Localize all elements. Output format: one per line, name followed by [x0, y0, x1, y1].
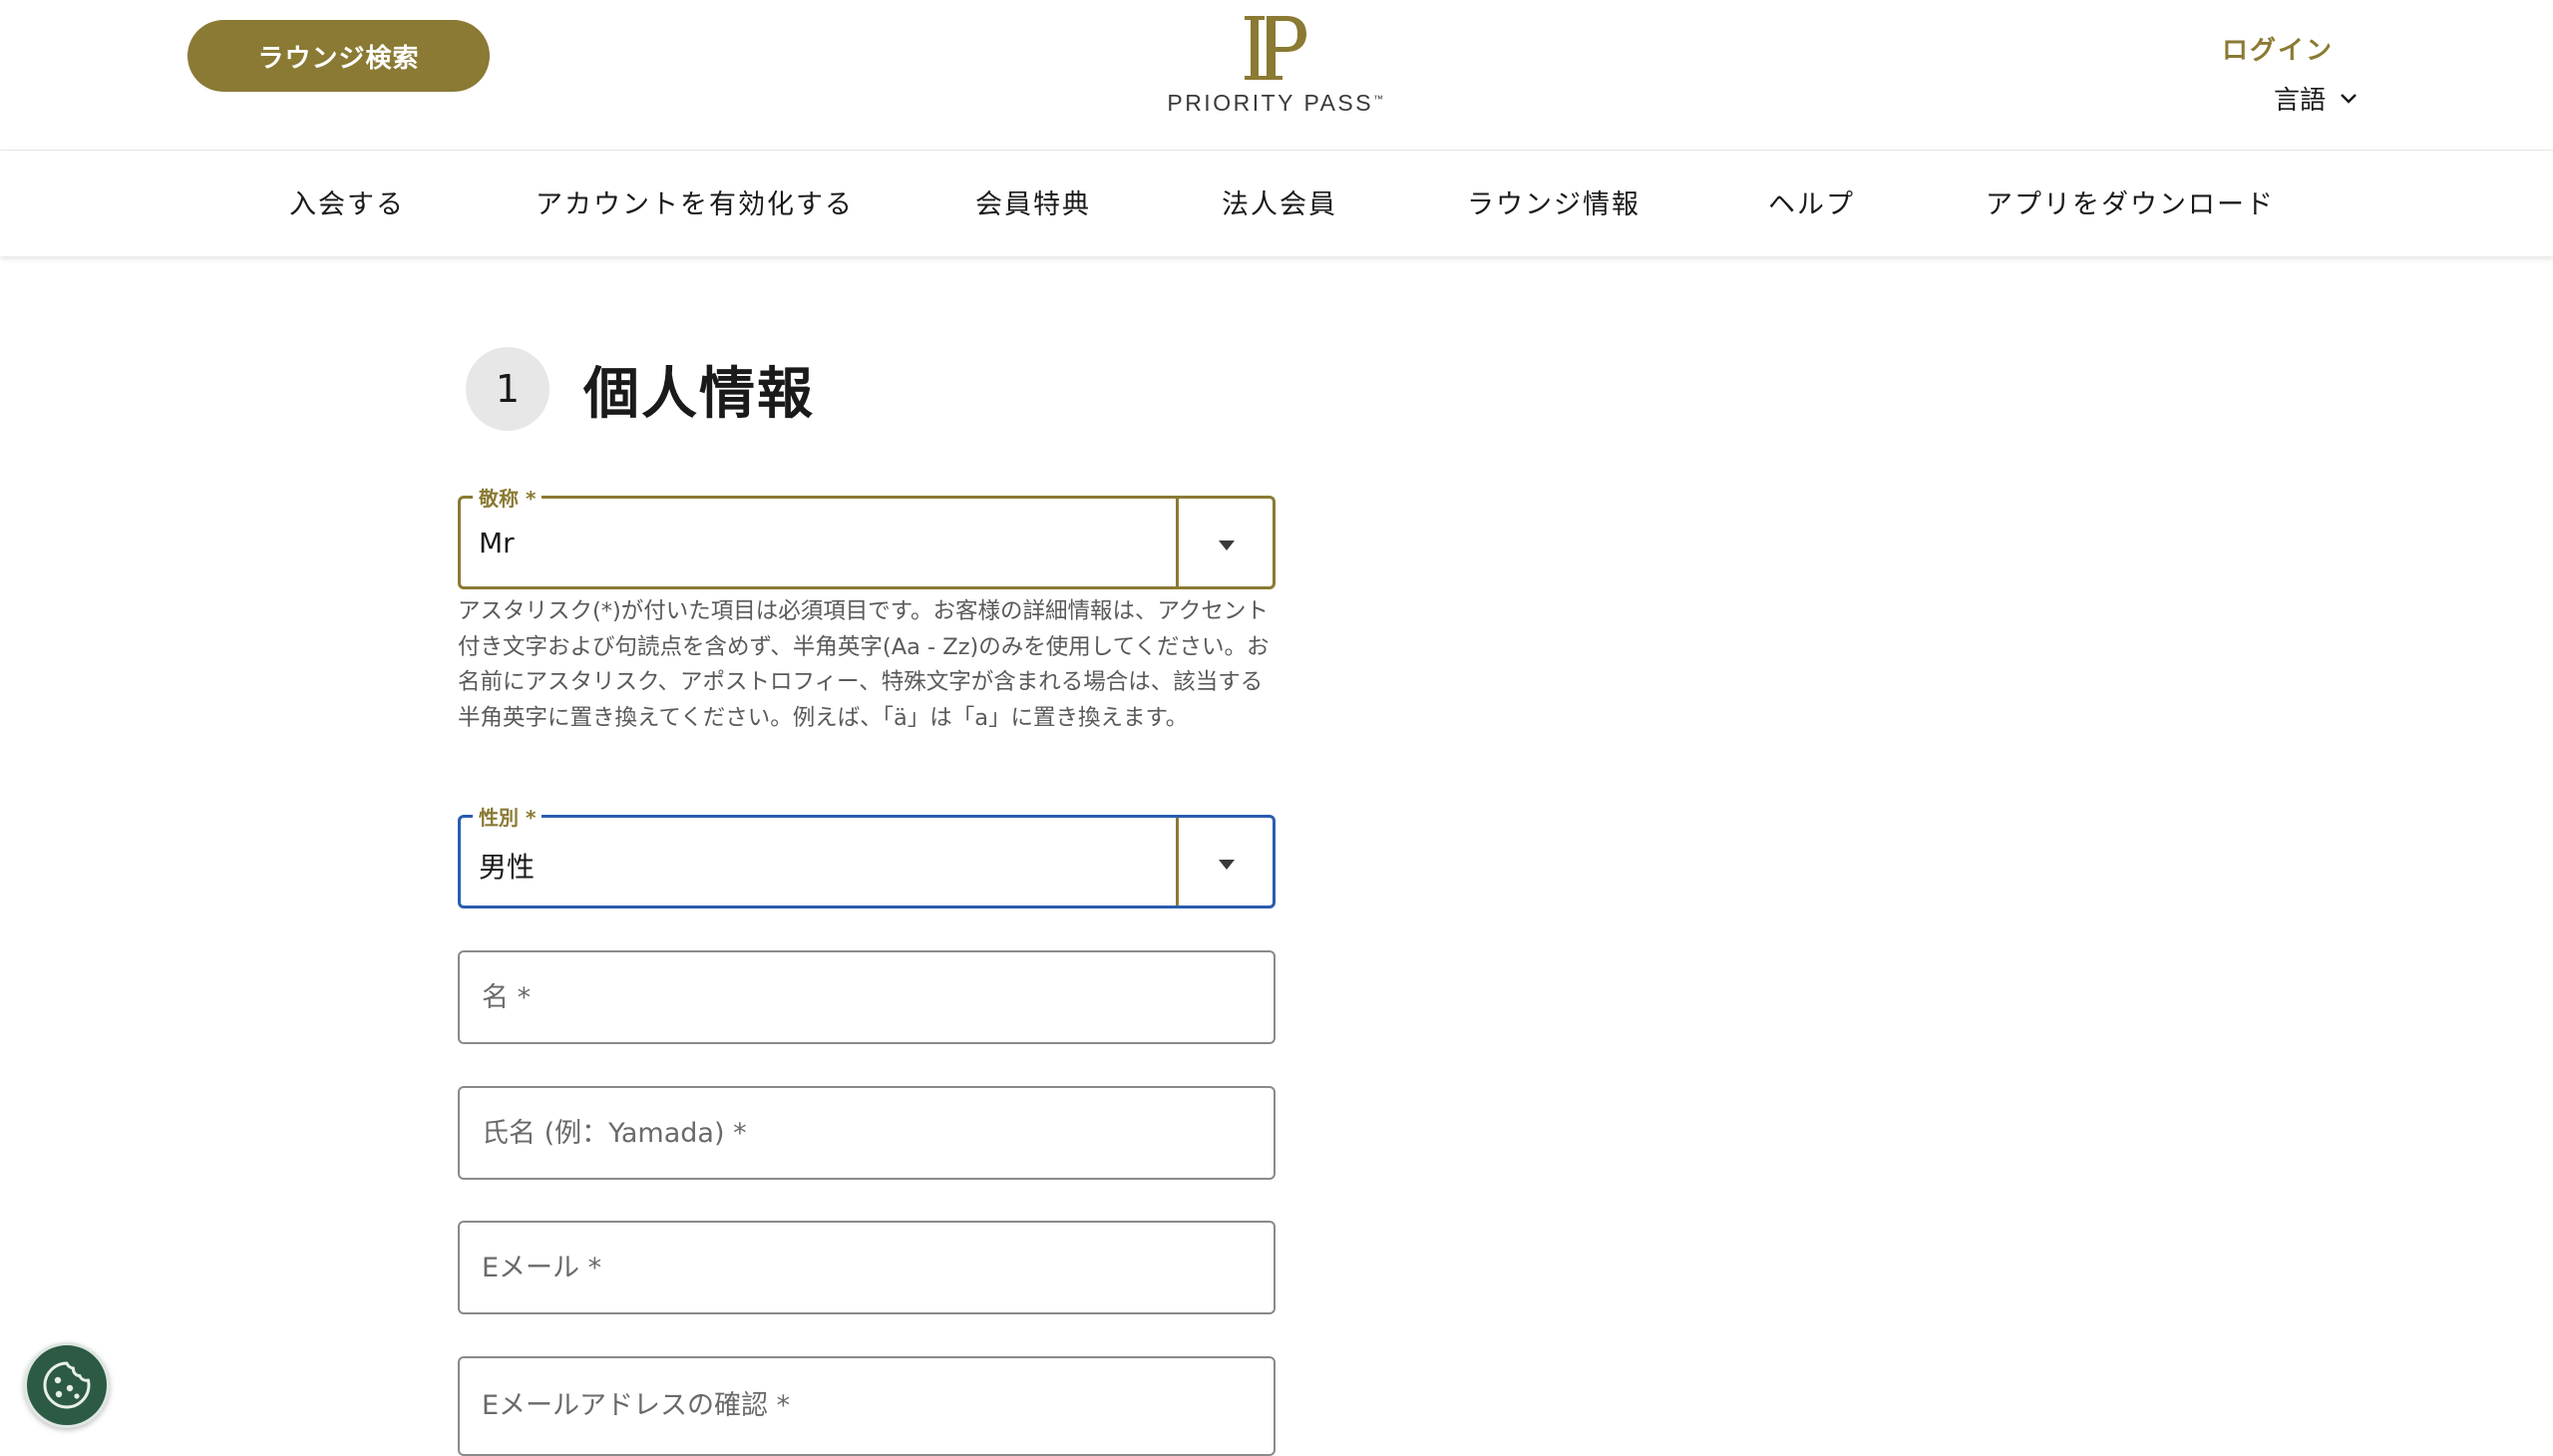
- language-selector[interactable]: 言語: [2274, 80, 2358, 117]
- first-name-input[interactable]: [460, 952, 1274, 1042]
- last-name-input[interactable]: [460, 1088, 1274, 1178]
- nav-item-join[interactable]: 入会する: [289, 182, 405, 221]
- main-navigation: 入会する アカウントを有効化する 会員特典 法人会員 ラウンジ情報 ヘルプ アプ…: [0, 150, 2553, 256]
- site-header: ラウンジ検索 PRIORITY PASS™ ログイン 言語: [0, 0, 2553, 150]
- step-number-badge: 1: [466, 347, 549, 431]
- chevron-down-icon: [2341, 93, 2357, 104]
- helper-text: アスタリスク(*)が付いた項目は必須項目です。お客様の詳細情報は、アクセント付き…: [458, 598, 1270, 731]
- gender-select-value: 男性: [479, 851, 536, 884]
- caret-down-icon[interactable]: [1219, 860, 1235, 870]
- title-select-label: 敬称 *: [473, 483, 543, 512]
- nav-item-download-app[interactable]: アプリをダウンロード: [1986, 182, 2275, 221]
- nav-item-member-benefits[interactable]: 会員特典: [975, 182, 1091, 221]
- priority-pass-logo-mark: [1245, 16, 1306, 80]
- cookie-settings-button[interactable]: [24, 1342, 110, 1428]
- logo-wordmark: PRIORITY PASS™: [1167, 90, 1386, 116]
- nav-item-lounge-info[interactable]: ラウンジ情報: [1467, 182, 1641, 221]
- caret-down-icon[interactable]: [1219, 541, 1235, 550]
- email-field: [458, 1221, 1276, 1314]
- email-confirm-input[interactable]: [460, 1358, 1274, 1452]
- gender-select[interactable]: 性別 * 男性: [458, 802, 1276, 909]
- login-link[interactable]: ログイン: [2222, 30, 2334, 67]
- select-divider: [1176, 499, 1179, 586]
- nav-item-help[interactable]: ヘルプ: [1768, 182, 1855, 221]
- title-select-value: Mr: [479, 527, 515, 559]
- lounge-search-button[interactable]: ラウンジ検索: [187, 20, 490, 92]
- title-select[interactable]: 敬称 * Mr: [458, 483, 1276, 589]
- last-name-field: [458, 1086, 1276, 1180]
- gender-select-label: 性別 *: [473, 802, 543, 831]
- first-name-field: [458, 950, 1276, 1044]
- nav-item-corporate[interactable]: 法人会員: [1222, 182, 1337, 221]
- select-divider: [1176, 818, 1179, 906]
- email-confirm-field: [458, 1356, 1276, 1456]
- language-label: 言語: [2274, 86, 2327, 116]
- section-title: 個人情報: [583, 362, 815, 427]
- email-input[interactable]: [460, 1223, 1274, 1312]
- priority-pass-logo[interactable]: PRIORITY PASS™: [1167, 14, 1386, 134]
- nav-item-activate-account[interactable]: アカウントを有効化する: [536, 182, 854, 221]
- cookie-icon: [43, 1361, 91, 1409]
